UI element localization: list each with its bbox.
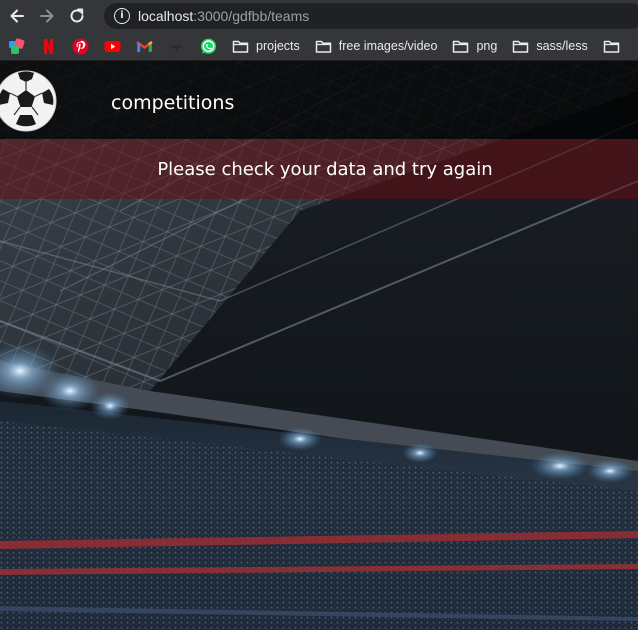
arrow-left-icon	[10, 9, 24, 23]
bookmark-medium[interactable]	[168, 35, 185, 57]
bookmark-folder-sass-less[interactable]: sass/less	[512, 35, 588, 57]
error-message: Please check your data and try again	[157, 158, 493, 180]
page-viewport: competitions Please check your data and …	[0, 61, 638, 630]
back-button[interactable]	[4, 3, 30, 29]
netflix-icon	[40, 38, 57, 55]
bookmark-cloud-app[interactable]	[8, 35, 25, 57]
medium-icon	[168, 38, 185, 55]
folder-icon	[452, 38, 469, 55]
forward-button[interactable]	[34, 3, 60, 29]
url-path: :3000/gdfbb/teams	[193, 8, 310, 24]
site-info-icon[interactable]: i	[114, 8, 130, 24]
bookmark-youtube[interactable]	[104, 35, 121, 57]
bookmark-gmail[interactable]	[136, 35, 153, 57]
cloud-app-icon	[8, 37, 25, 55]
browser-toolbar: i localhost:3000/gdfbb/teams	[0, 0, 638, 32]
reload-button[interactable]	[64, 3, 90, 29]
address-bar[interactable]: i localhost:3000/gdfbb/teams	[104, 3, 638, 29]
bookmark-pinterest[interactable]	[72, 35, 89, 57]
soccer-ball-icon[interactable]	[0, 69, 58, 133]
bookmark-folder-free-images[interactable]: free images/video	[315, 35, 438, 57]
bookmark-label: png	[476, 39, 498, 53]
bookmark-netflix[interactable]	[40, 35, 57, 57]
whatsapp-icon	[200, 38, 217, 55]
arrow-right-icon	[40, 9, 54, 23]
folder-icon	[315, 38, 332, 55]
nav-competitions-link[interactable]: competitions	[111, 92, 234, 114]
bookmark-folder-more[interactable]	[603, 35, 620, 57]
bookmark-whatsapp[interactable]	[200, 35, 217, 57]
folder-icon	[512, 38, 529, 55]
folder-icon	[232, 38, 249, 55]
reload-icon	[70, 8, 84, 23]
gmail-icon	[136, 38, 153, 55]
error-banner: Please check your data and try again	[0, 139, 638, 199]
bookmark-folder-projects[interactable]: projects	[232, 35, 300, 57]
bookmark-label: projects	[256, 39, 300, 53]
bookmarks-bar: projects free images/video png sass/less	[0, 32, 638, 61]
bookmark-folder-png[interactable]: png	[452, 35, 497, 57]
url-host: localhost	[138, 8, 194, 24]
pinterest-icon	[72, 38, 89, 55]
app-header: competitions	[0, 61, 638, 139]
bookmark-label: sass/less	[536, 39, 588, 53]
folder-icon	[603, 38, 620, 55]
bookmark-label: free images/video	[338, 39, 438, 53]
youtube-icon	[104, 38, 121, 55]
